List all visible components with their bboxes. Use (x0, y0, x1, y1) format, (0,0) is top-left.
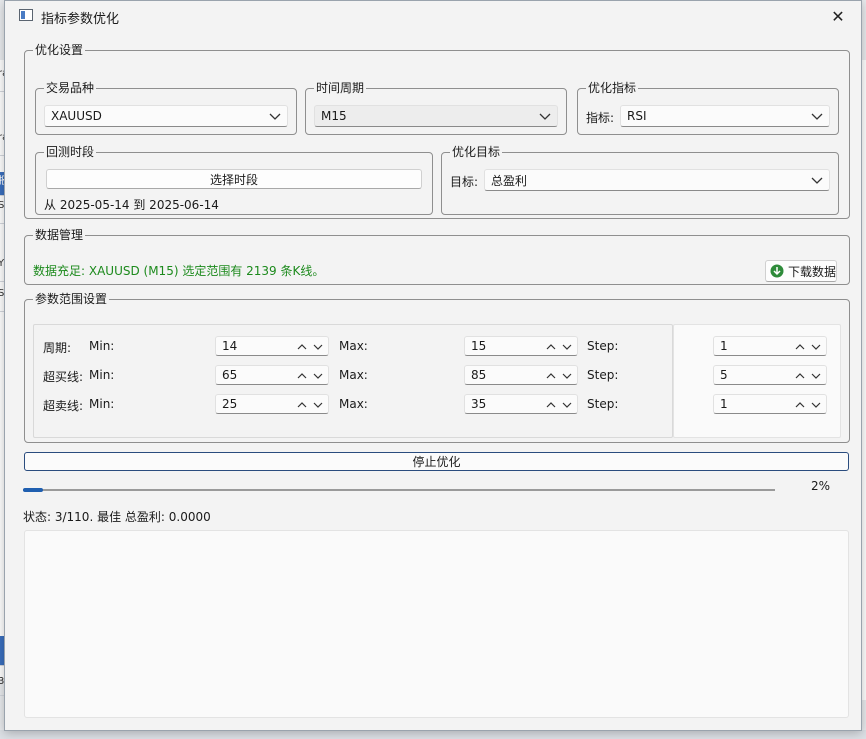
chevron-down-icon (539, 113, 551, 120)
param-max-label: Max: (339, 397, 368, 411)
param-step-spinbox[interactable]: 5 (713, 365, 827, 385)
spin-arrows-icon (297, 373, 323, 379)
timeframe-combo[interactable]: M15 (314, 105, 558, 127)
parameter-range-group: 参数范围设置 周期: Min: 14 Max: 15 Step: 1 超买线: Min: 65 Ma… (24, 292, 850, 443)
download-icon (770, 264, 784, 278)
title-bar: 指标参数优化 ✕ (5, 1, 861, 31)
symbol-combo[interactable]: XAUUSD (44, 105, 288, 127)
spin-arrows-icon (297, 402, 323, 408)
close-button[interactable]: ✕ (815, 1, 861, 31)
param-max-value: 15 (471, 339, 487, 353)
indicator-legend: 优化指标 (588, 81, 637, 95)
parameter-range-legend: 参数范围设置 (35, 292, 108, 306)
data-management-legend: 数据管理 (35, 228, 84, 242)
param-name-label: 周期: (43, 341, 72, 355)
indicator-combo[interactable]: RSI (620, 105, 830, 127)
progress-bar-fill (23, 488, 43, 492)
spin-arrows-icon (795, 344, 821, 350)
param-name-label: 超买线: (43, 370, 84, 384)
progress-percent-label: 2% (811, 479, 831, 493)
param-min-label: Min: (89, 368, 115, 382)
select-period-button[interactable]: 选择时段 (46, 169, 422, 189)
spin-arrows-icon (297, 344, 323, 350)
spin-arrows-icon (546, 373, 572, 379)
window-title: 指标参数优化 (41, 12, 120, 27)
timeframe-value: M15 (321, 109, 347, 123)
timeframe-group: 时间周期 M15 (305, 81, 567, 135)
indicator-label: 指标: (586, 111, 615, 125)
param-max-spinbox[interactable]: 85 (464, 365, 578, 385)
spin-arrows-icon (795, 373, 821, 379)
param-min-value: 65 (222, 368, 238, 382)
backtest-period-legend: 回测时段 (46, 145, 95, 159)
param-min-spinbox[interactable]: 65 (215, 365, 329, 385)
optimizer-dialog: 指标参数优化 ✕ 优化设置 交易品种 XAUUSD 时间周期 M15 优化指标 … (4, 0, 862, 731)
timeframe-legend: 时间周期 (316, 81, 365, 95)
param-name-label: 超卖线: (43, 399, 84, 413)
chevron-down-icon (811, 113, 823, 120)
spin-arrows-icon (795, 402, 821, 408)
chevron-down-icon (269, 113, 281, 120)
indicator-group: 优化指标 指标: RSI (577, 81, 839, 135)
param-min-spinbox[interactable]: 14 (215, 336, 329, 356)
log-output-area[interactable] (24, 530, 849, 718)
chevron-down-icon (811, 177, 823, 184)
symbol-legend: 交易品种 (46, 81, 95, 95)
target-combo[interactable]: 总盈利 (484, 169, 830, 191)
close-icon: ✕ (831, 6, 845, 26)
indicator-value: RSI (627, 109, 647, 123)
data-management-group: 数据管理 数据充足: XAUUSD (M15) 选定范围有 2139 条K线。 … (24, 228, 850, 285)
target-value: 总盈利 (491, 173, 528, 188)
backtest-range-text: 从 2025-05-14 到 2025-06-14 (44, 198, 219, 212)
target-label: 目标: (450, 175, 479, 189)
download-data-button[interactable]: 下载数据 (765, 260, 837, 282)
param-max-value: 35 (471, 397, 487, 411)
param-max-label: Max: (339, 339, 368, 353)
symbol-value: XAUUSD (51, 109, 102, 123)
stop-optimization-button[interactable]: 停止优化 (24, 452, 849, 471)
param-min-label: Min: (89, 397, 115, 411)
param-max-label: Max: (339, 368, 368, 382)
progress-bar (23, 488, 775, 492)
status-line: 状态: 3/110. 最佳 总盈利: 0.0000 (23, 510, 211, 524)
param-step-label: Step: (587, 397, 619, 411)
param-step-label: Step: (587, 339, 619, 353)
spin-arrows-icon (546, 402, 572, 408)
param-step-value: 5 (720, 368, 728, 382)
download-data-label: 下载数据 (788, 264, 837, 279)
optimization-settings-legend: 优化设置 (35, 43, 84, 57)
optimization-settings-group: 优化设置 交易品种 XAUUSD 时间周期 M15 优化指标 指标: RSI 回… (24, 43, 850, 219)
param-max-value: 85 (471, 368, 487, 382)
param-step-spinbox[interactable]: 1 (713, 394, 827, 414)
symbol-group: 交易品种 XAUUSD (35, 81, 297, 135)
window-app-icon (19, 9, 33, 21)
param-min-value: 14 (222, 339, 238, 353)
optimization-target-group: 优化目标 目标: 总盈利 (441, 145, 839, 215)
param-step-spinbox[interactable]: 1 (713, 336, 827, 356)
param-min-spinbox[interactable]: 25 (215, 394, 329, 414)
background-bottom (0, 730, 866, 739)
param-max-spinbox[interactable]: 35 (464, 394, 578, 414)
spin-arrows-icon (546, 344, 572, 350)
data-status-text: 数据充足: XAUUSD (M15) 选定范围有 2139 条K线。 (33, 264, 325, 278)
param-step-value: 1 (720, 339, 728, 353)
param-min-value: 25 (222, 397, 238, 411)
optimization-target-legend: 优化目标 (452, 145, 501, 159)
param-max-spinbox[interactable]: 15 (464, 336, 578, 356)
param-min-label: Min: (89, 339, 115, 353)
param-step-value: 1 (720, 397, 728, 411)
backtest-period-group: 回测时段 选择时段 从 2025-05-14 到 2025-06-14 (35, 145, 433, 215)
param-step-label: Step: (587, 368, 619, 382)
